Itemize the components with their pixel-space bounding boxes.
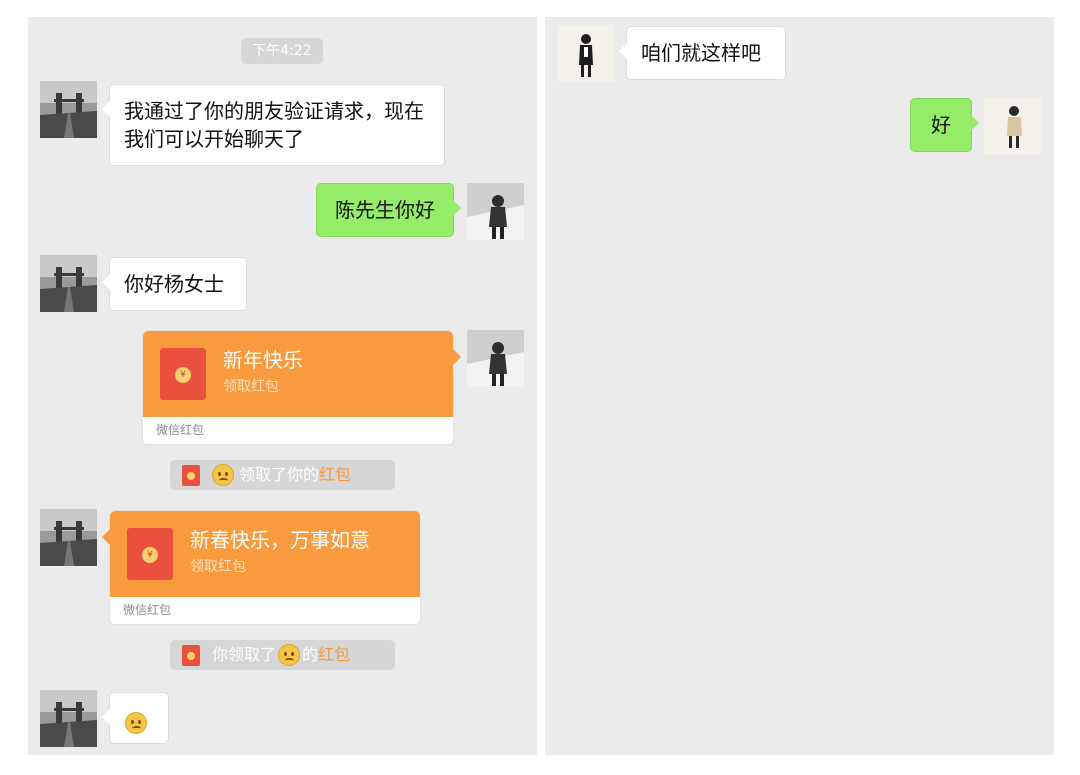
avatar-self[interactable]	[467, 183, 524, 240]
timestamp-badge: 下午4:22	[241, 38, 323, 64]
red-packet-title: 新年快乐	[223, 348, 303, 372]
notice-text: 领取了你的	[239, 465, 320, 484]
avatar-contact[interactable]	[40, 255, 97, 312]
system-notice: 你领取了 的 红包	[170, 640, 395, 670]
notice-text: 你领取了	[212, 645, 277, 664]
avatar-contact[interactable]	[40, 509, 97, 566]
message-text: 咱们就这样吧	[641, 41, 761, 65]
red-packet-subtitle: 领取红包	[190, 559, 246, 575]
red-envelope-icon	[182, 464, 200, 486]
avatar-self[interactable]	[984, 98, 1041, 155]
red-packet-body: ¥ 新春快乐，万事如意 领取红包	[110, 511, 420, 597]
red-envelope-icon	[182, 644, 200, 666]
message-bubble-received[interactable]: 我通过了你的朋友验证请求，现在我们可以开始聊天了	[102, 84, 445, 166]
red-packet-title: 新春快乐，万事如意	[190, 528, 370, 552]
smile-emoji-icon	[125, 711, 147, 734]
avatar-contact[interactable]	[40, 81, 97, 138]
message-bubble-sent[interactable]: 陈先生你好	[316, 183, 461, 237]
avatar-self[interactable]	[467, 330, 524, 387]
red-packet-body: ¥ 新年快乐 领取红包	[143, 331, 453, 417]
message-bubble-received[interactable]: 咱们就这样吧	[619, 26, 786, 80]
red-packet-link[interactable]: 红包	[319, 460, 351, 490]
smile-emoji-icon	[212, 464, 234, 486]
red-packet-subtitle: 领取红包	[223, 379, 279, 395]
message-text: 我通过了你的朋友验证请求，现在我们可以开始聊天了	[124, 99, 424, 151]
red-packet-footer: 微信红包	[156, 423, 205, 437]
system-notice: 领取了你的 红包	[170, 460, 395, 490]
chat-panel-right: 咱们就这样吧 好	[545, 17, 1054, 755]
message-text: 陈先生你好	[335, 198, 435, 222]
message-text: 你好杨女士	[124, 272, 224, 296]
red-packet-link[interactable]: 红包	[318, 640, 350, 670]
smile-emoji-icon	[278, 644, 301, 666]
message-bubble-sent[interactable]: 好	[910, 98, 979, 152]
red-packet-sent[interactable]: ¥ 新年快乐 领取红包 微信红包	[142, 330, 461, 445]
red-packet-received[interactable]: ¥ 新春快乐，万事如意 领取红包 微信红包	[102, 510, 421, 625]
avatar-contact[interactable]	[557, 25, 614, 82]
message-bubble-received[interactable]	[102, 692, 169, 744]
message-text: 好	[931, 113, 951, 137]
avatar-contact[interactable]	[40, 690, 97, 747]
red-envelope-icon: ¥	[160, 348, 206, 400]
chat-panel-left: 下午4:22 我通过了你的朋友验证请求，现在我们可以开始聊天了 陈先生你好 你好…	[28, 17, 537, 755]
red-envelope-icon: ¥	[127, 528, 173, 580]
notice-text: 的	[302, 645, 319, 664]
message-bubble-received[interactable]: 你好杨女士	[102, 257, 247, 311]
red-packet-footer: 微信红包	[123, 603, 172, 617]
